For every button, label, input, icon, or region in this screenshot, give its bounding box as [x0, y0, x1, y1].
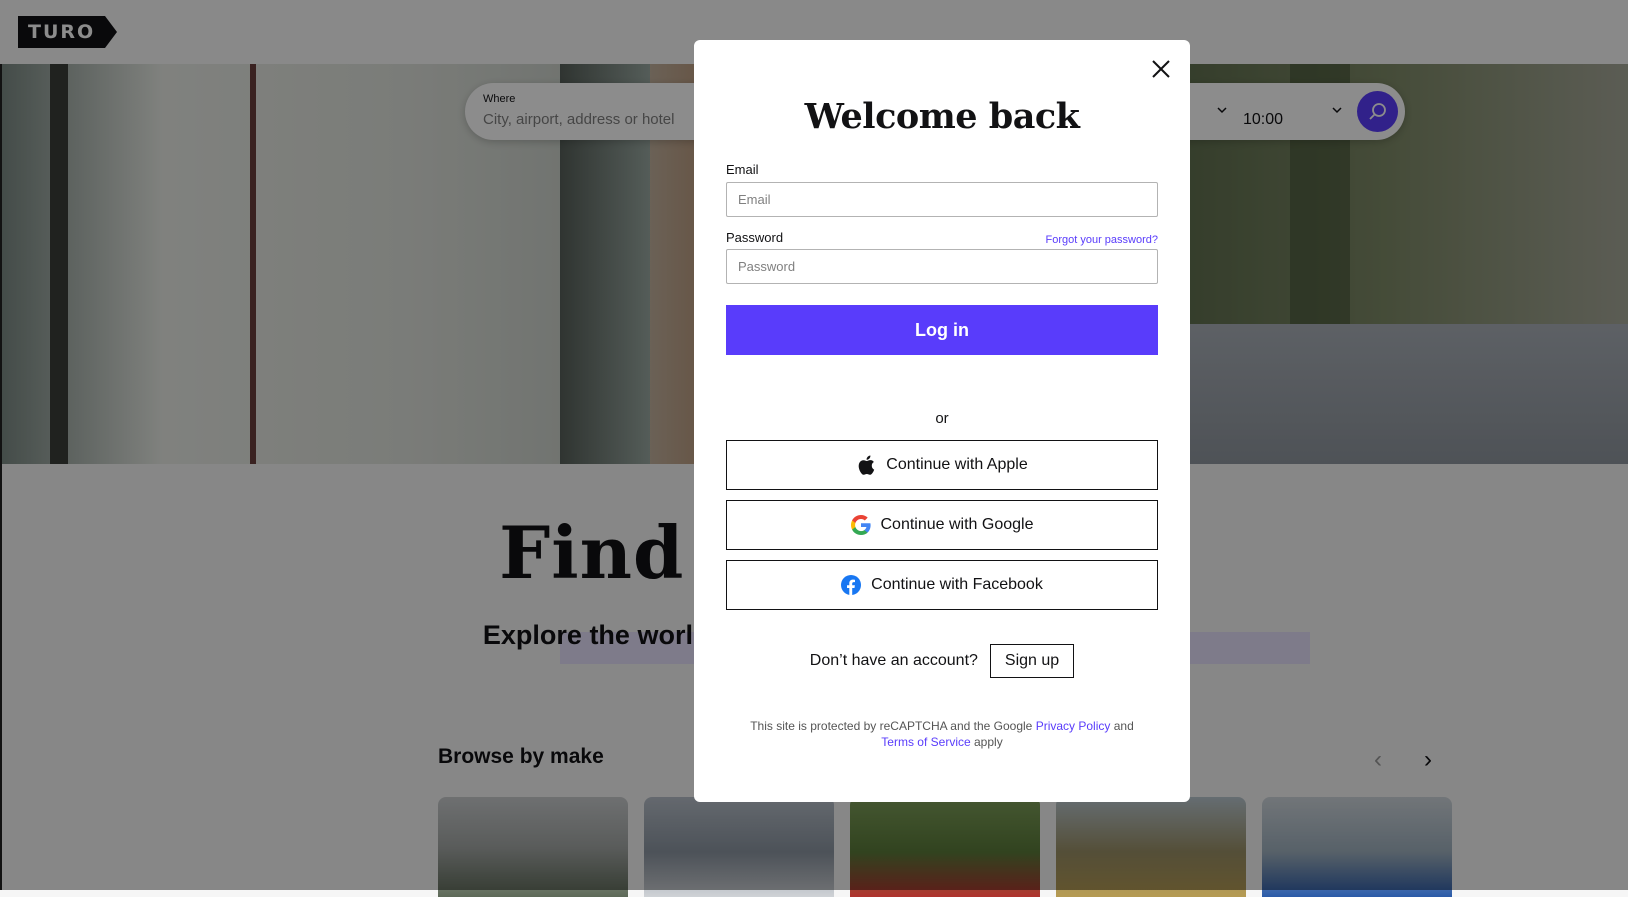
apple-icon [856, 455, 876, 475]
modal-title: Welcome back [804, 96, 1080, 137]
close-icon[interactable] [1149, 57, 1173, 81]
recaptcha-and: and [1113, 719, 1134, 733]
continue-with-apple-button[interactable]: Continue with Apple [726, 440, 1158, 490]
facebook-button-label: Continue with Facebook [871, 576, 1043, 593]
facebook-icon [841, 575, 862, 595]
password-label: Password [726, 230, 784, 245]
continue-with-facebook-button[interactable]: Continue with Facebook [726, 560, 1158, 610]
recaptcha-notice: This site is protected by reCAPTCHA and … [694, 718, 1190, 750]
login-modal: Welcome back Email Email Password Forgot… [694, 40, 1190, 802]
recaptcha-text: This site is protected by reCAPTCHA and … [750, 719, 1033, 733]
google-icon [850, 515, 871, 535]
password-field[interactable]: Password [726, 249, 1158, 284]
email-label: Email [726, 162, 759, 177]
or-divider: or [935, 410, 949, 427]
recaptcha-apply: apply [974, 735, 1003, 749]
signup-row: Don’t have an account? Sign up [694, 644, 1190, 678]
signup-prompt: Don’t have an account? [809, 652, 978, 669]
login-button[interactable]: Log in [726, 305, 1158, 355]
privacy-policy-link[interactable]: Privacy Policy [1036, 719, 1111, 733]
continue-with-google-button[interactable]: Continue with Google [726, 500, 1158, 550]
forgot-password-link[interactable]: Forgot your password? [1046, 234, 1159, 246]
signup-button[interactable]: Sign up [989, 644, 1075, 678]
google-button-label: Continue with Google [880, 516, 1034, 533]
apple-button-label: Continue with Apple [886, 456, 1028, 473]
terms-of-service-link[interactable]: Terms of Service [881, 735, 970, 749]
email-field[interactable]: Email [726, 182, 1158, 217]
